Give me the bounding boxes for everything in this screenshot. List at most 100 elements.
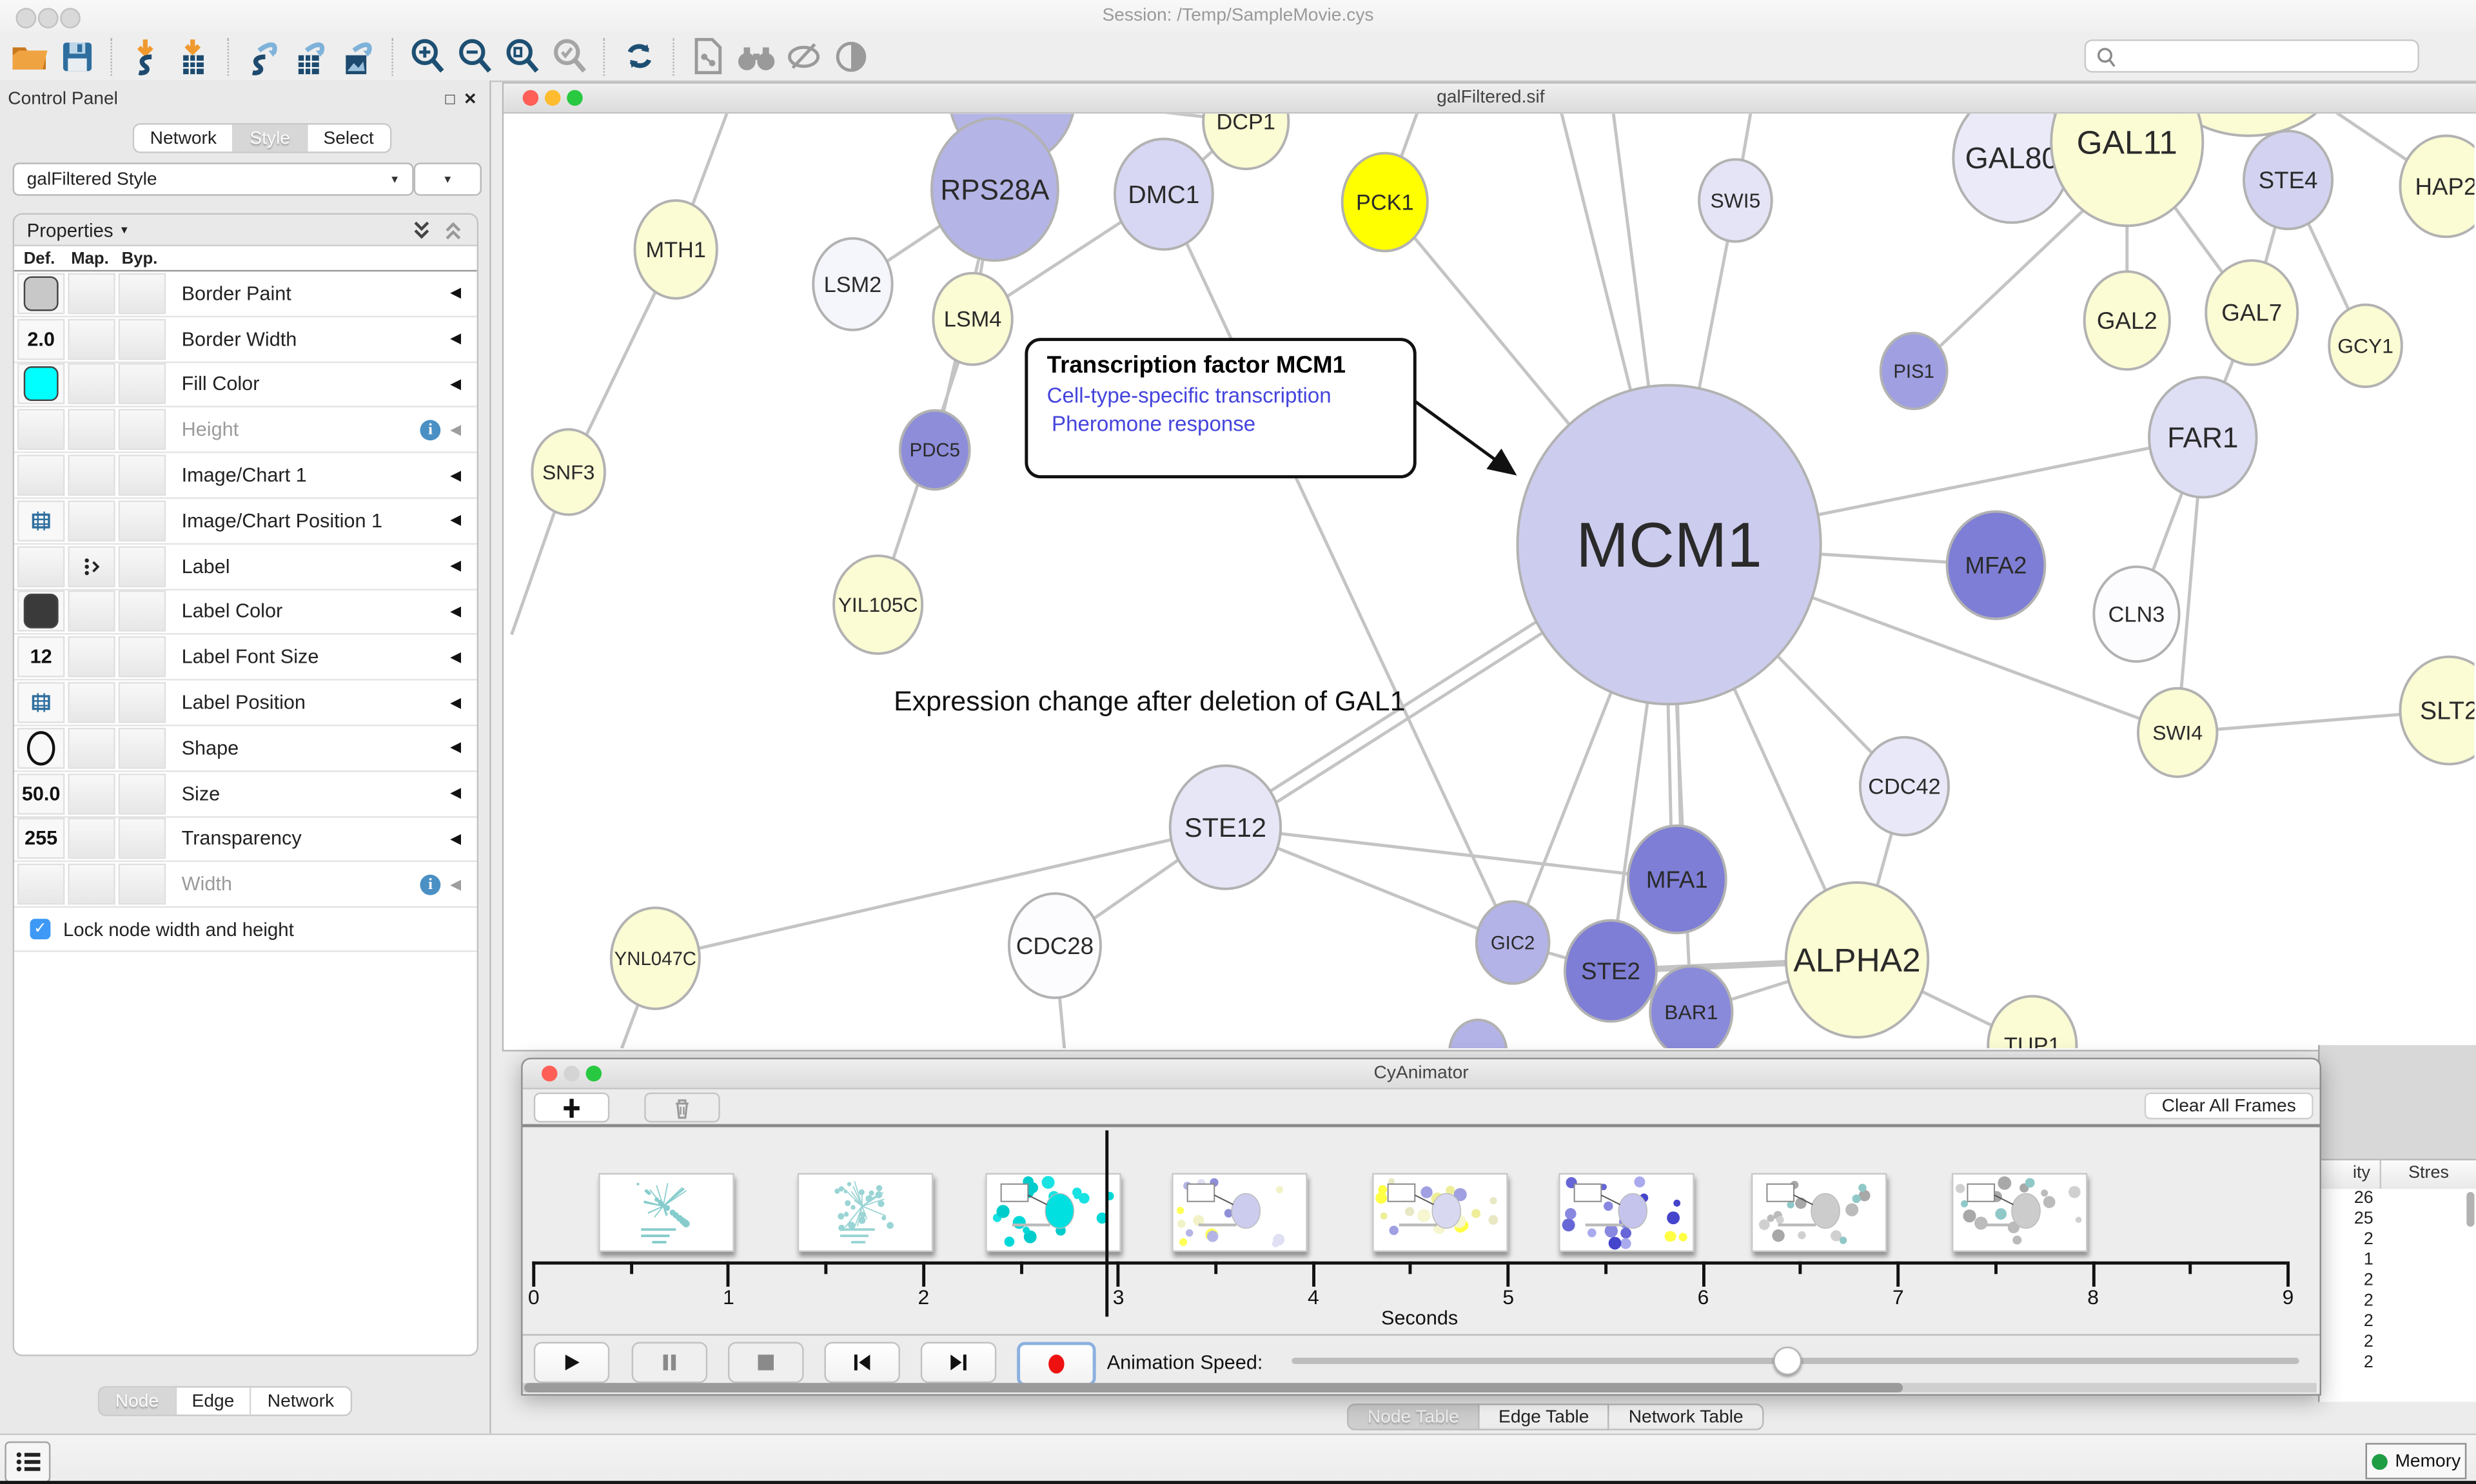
timeline-scrollbar-thumb[interactable]	[524, 1383, 1903, 1392]
network-graph[interactable]: DCP1RPS28ADMC1PCK1SWI5GAL80GAL11STE4HAP2…	[504, 113, 2474, 1048]
column-header[interactable]: ity	[2320, 1164, 2370, 1182]
expand-row-icon[interactable]: ◀	[450, 649, 461, 666]
bypass-cell[interactable]	[119, 454, 166, 496]
network-node-swi4[interactable]: SWI4	[2138, 688, 2217, 777]
close-panel-icon[interactable]: ✕	[464, 92, 477, 109]
expand-row-icon[interactable]: ◀	[450, 603, 461, 620]
network-node-mfa1[interactable]: MFA1	[1628, 826, 1726, 933]
mapping-cell[interactable]	[68, 273, 115, 314]
mapping-cell[interactable]	[68, 773, 115, 814]
expand-row-icon[interactable]: ◀	[450, 285, 461, 302]
default-value-cell[interactable]: 255	[17, 819, 64, 860]
network-node-tup1[interactable]: TUP1	[1988, 996, 2076, 1048]
properties-header[interactable]: Properties ▾	[14, 215, 477, 246]
previous-frame-button[interactable]	[824, 1342, 900, 1383]
zoom-fit-icon[interactable]	[502, 35, 544, 77]
table-scrollbar[interactable]	[2466, 1192, 2474, 1227]
mapping-cell[interactable]	[68, 364, 115, 405]
style-options-button[interactable]: ▾	[414, 162, 482, 195]
bypass-cell[interactable]	[119, 546, 166, 587]
network-node-gal2[interactable]: GAL2	[2085, 271, 2170, 369]
expand-row-icon[interactable]: ◀	[450, 467, 461, 484]
mapping-cell[interactable]	[68, 318, 115, 360]
network-node-rps28a[interactable]: RPS28A	[932, 119, 1058, 260]
capture-frame-button[interactable]	[534, 1093, 610, 1123]
bypass-cell[interactable]	[119, 773, 166, 814]
default-value-cell[interactable]	[17, 454, 64, 496]
mapping-cell[interactable]	[68, 637, 115, 678]
hide-details-icon[interactable]	[783, 35, 825, 77]
network-node-ste4[interactable]: STE4	[2244, 131, 2332, 229]
import-table-icon[interactable]	[173, 35, 215, 77]
bypass-cell[interactable]	[119, 500, 166, 542]
tab-network-style[interactable]: Network	[251, 1388, 349, 1415]
tab-style[interactable]: Style	[234, 124, 308, 151]
expand-row-icon[interactable]: ◀	[450, 694, 461, 711]
expand-row-icon[interactable]: ◀	[450, 330, 461, 347]
table-cell[interactable]: 25	[2320, 1209, 2476, 1230]
mapping-cell[interactable]	[68, 454, 115, 496]
task-history-button[interactable]	[5, 1441, 50, 1483]
network-edge[interactable]	[655, 827, 1225, 958]
frame-thumbnail[interactable]	[985, 1173, 1121, 1252]
document-network-icon[interactable]	[689, 35, 730, 77]
network-node-dcp1[interactable]: DCP1	[1203, 113, 1288, 169]
mapping-cell[interactable]	[68, 864, 115, 905]
network-node-mth1[interactable]: MTH1	[634, 200, 716, 298]
network-node-ynl047c[interactable]: YNL047C	[611, 908, 700, 1009]
network-node-hap2[interactable]: HAP2	[2400, 136, 2474, 237]
bypass-cell[interactable]	[119, 409, 166, 451]
expand-row-icon[interactable]: ◀	[450, 421, 461, 438]
mapping-cell[interactable]	[68, 409, 115, 451]
timeline[interactable]: 0123456789 Seconds	[523, 1128, 2317, 1334]
frame-thumbnail[interactable]	[1172, 1173, 1308, 1252]
mapping-cell[interactable]	[68, 682, 115, 723]
table-cell[interactable]: 2	[2320, 1271, 2476, 1291]
open-folder-icon[interactable]	[10, 35, 51, 77]
bypass-cell[interactable]	[119, 819, 166, 860]
network-node-pdc5[interactable]: PDC5	[900, 411, 970, 489]
animation-speed-slider-thumb[interactable]	[1773, 1347, 1802, 1375]
import-network-icon[interactable]	[126, 35, 168, 77]
bypass-cell[interactable]	[119, 364, 166, 405]
bypass-cell[interactable]	[119, 591, 166, 632]
default-value-cell[interactable]	[17, 500, 64, 542]
mapping-cell[interactable]	[68, 591, 115, 632]
frame-thumbnail[interactable]	[598, 1173, 734, 1252]
frame-thumbnail[interactable]	[1751, 1173, 1887, 1252]
table-cell[interactable]: 2	[2320, 1333, 2476, 1353]
zoom-in-icon[interactable]	[408, 35, 449, 77]
save-icon[interactable]	[57, 35, 98, 77]
play-button[interactable]	[534, 1342, 610, 1383]
network-node-far1[interactable]: FAR1	[2149, 377, 2257, 497]
default-value-cell[interactable]	[17, 591, 64, 632]
zoom-selected-icon[interactable]	[549, 35, 591, 77]
default-value-cell[interactable]	[17, 273, 64, 314]
table-cell[interactable]: 2	[2320, 1291, 2476, 1312]
info-icon[interactable]: i	[420, 874, 441, 895]
tab-edge-style[interactable]: Edge	[176, 1388, 251, 1415]
annotation-box[interactable]: Transcription factor MCM1 Cell-type-spec…	[1025, 338, 1416, 478]
default-value-cell[interactable]	[17, 546, 64, 587]
bypass-cell[interactable]	[119, 318, 166, 360]
network-node-slt2[interactable]: SLT2	[2400, 657, 2474, 765]
expand-all-icon[interactable]	[411, 219, 433, 240]
frame-thumbnail[interactable]	[1952, 1173, 2088, 1252]
network-node-cln3[interactable]: CLN3	[2094, 567, 2179, 661]
cyanimator-titlebar[interactable]: CyAnimator	[523, 1059, 2320, 1089]
table-cell[interactable]: 2	[2320, 1353, 2476, 1374]
color-swatch[interactable]	[24, 594, 59, 629]
default-value-cell[interactable]	[17, 409, 64, 451]
network-node-cdc28[interactable]: CDC28	[1009, 893, 1101, 998]
expand-row-icon[interactable]: ◀	[450, 876, 461, 893]
network-node-cdc42[interactable]: CDC42	[1860, 737, 1949, 835]
bypass-cell[interactable]	[119, 637, 166, 678]
float-panel-icon[interactable]: □	[445, 92, 455, 109]
network-node-pis1[interactable]: PIS1	[1881, 333, 1947, 409]
network-node-ste2[interactable]: STE2	[1565, 921, 1656, 1022]
network-node-mfa2[interactable]: MFA2	[1947, 511, 2045, 619]
mapping-cell[interactable]	[68, 728, 115, 769]
frame-thumbnail[interactable]	[1558, 1173, 1695, 1252]
clear-all-frames-button[interactable]: Clear All Frames	[2145, 1093, 2314, 1120]
default-value-cell[interactable]	[17, 864, 64, 905]
